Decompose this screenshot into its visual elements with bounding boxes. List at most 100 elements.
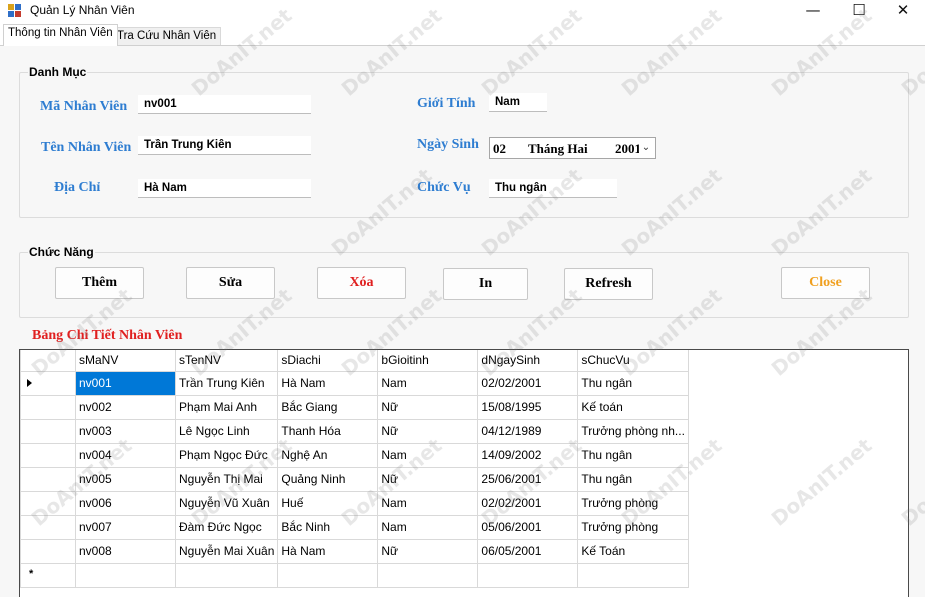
row-header[interactable]	[20, 370, 76, 396]
xoa-button[interactable]: Xóa	[317, 267, 406, 299]
gioi-tinh-label: Giới Tính	[417, 96, 476, 111]
table-cell[interactable]: Đàm Đức Ngọc	[174, 514, 279, 540]
table-row[interactable]: nv005 Nguyễn Thị Mai Quảng Ninh Nữ 25/06/200…	[20, 466, 689, 492]
sua-button[interactable]: Sửa	[186, 267, 275, 299]
table-cell[interactable]: Thu ngân	[577, 370, 689, 396]
table-cell[interactable]: Nữ	[377, 466, 479, 492]
refresh-button[interactable]: Refresh	[564, 268, 653, 300]
table-cell[interactable]: Nam	[377, 370, 479, 396]
column-header-sdiachi[interactable]: sDiachi	[277, 350, 379, 372]
minimize-button[interactable]: —	[790, 0, 836, 22]
ma-nv-field[interactable]	[138, 95, 311, 114]
ten-nv-field[interactable]	[138, 136, 311, 155]
table-row[interactable]: nv008 Nguyễn Mai Xuân Hà Nam Nữ 06/05/2001 Kế…	[20, 538, 689, 564]
table-cell[interactable]: nv003	[75, 418, 176, 444]
table-cell[interactable]: nv004	[75, 442, 176, 468]
table-cell[interactable]: Hà Nam	[277, 538, 379, 564]
employee-data-grid[interactable]: sMaNV sTenNV sDiachi bGioitinh dNgaySinh…	[19, 349, 909, 597]
table-cell[interactable]: 14/09/2002	[477, 442, 579, 468]
table-row[interactable]: nv001 Trần Trung Kiên Hà Nam Nam 02/02/2001 T…	[20, 370, 689, 396]
table-cell[interactable]: Phạm Mai Anh	[174, 394, 279, 420]
table-cell[interactable]: nv008	[75, 538, 176, 564]
gioi-tinh-field[interactable]	[489, 93, 547, 112]
table-cell[interactable]: nv002	[75, 394, 176, 420]
table-cell[interactable]: Bắc Ninh	[277, 514, 379, 540]
table-cell[interactable]	[174, 562, 279, 588]
table-cell[interactable]: 02/02/2001	[477, 490, 579, 516]
table-cell[interactable]: 04/12/1989	[477, 418, 579, 444]
column-header-schucvu[interactable]: sChucVu	[577, 350, 689, 372]
table-cell[interactable]: 25/06/2001	[477, 466, 579, 492]
chevron-down-icon[interactable]: ⌄	[639, 139, 653, 157]
table-cell[interactable]: Kế Toán	[577, 538, 689, 564]
new-row[interactable]: *	[20, 562, 689, 588]
column-header-smanv[interactable]: sMaNV	[75, 350, 176, 372]
chuc-vu-field[interactable]	[489, 179, 617, 198]
table-cell[interactable]: nv007	[75, 514, 176, 540]
table-cell[interactable]: nv006	[75, 490, 176, 516]
table-cell[interactable]: Trần Trung Kiên	[174, 370, 279, 396]
tab-strip: Thông tin Nhân Viên Tra Cứu Nhân Viên	[0, 24, 925, 46]
table-cell[interactable]: Thanh Hóa	[277, 418, 379, 444]
row-header[interactable]	[20, 442, 76, 468]
table-cell[interactable]: Hà Nam	[277, 370, 379, 396]
row-header[interactable]	[20, 394, 76, 420]
table-row[interactable]: nv006 Nguyễn Vũ Xuân Huế Nam 02/02/2001 Trưởn…	[20, 490, 689, 516]
in-button[interactable]: In	[443, 268, 528, 300]
table-cell[interactable]: Trưởng phòng	[577, 490, 689, 516]
column-header-stennv[interactable]: sTenNV	[174, 350, 279, 372]
tab-thong-tin-nhan-vien[interactable]: Thông tin Nhân Viên	[3, 24, 118, 46]
table-cell[interactable]	[577, 562, 689, 588]
table-cell[interactable]: Phạm Ngọc Đức	[174, 442, 279, 468]
row-header[interactable]: *	[20, 562, 76, 588]
table-cell[interactable]: Nguyễn Thị Mai	[174, 466, 279, 492]
table-cell[interactable]: Bắc Giang	[277, 394, 379, 420]
table-cell[interactable]: Nữ	[377, 394, 479, 420]
table-cell[interactable]: Quảng Ninh	[277, 466, 379, 492]
them-button[interactable]: Thêm	[55, 267, 144, 299]
table-cell[interactable]: Kế toán	[577, 394, 689, 420]
table-cell[interactable]	[377, 562, 479, 588]
close-window-button[interactable]: ✕	[880, 0, 925, 22]
table-cell[interactable]: Nam	[377, 514, 479, 540]
table-cell[interactable]: Nghệ An	[277, 442, 379, 468]
table-cell[interactable]: nv001	[75, 370, 176, 396]
table-cell[interactable]: Nữ	[377, 538, 479, 564]
table-cell[interactable]: 05/06/2001	[477, 514, 579, 540]
table-cell[interactable]: Nguyễn Vũ Xuân	[174, 490, 279, 516]
table-cell[interactable]: Trưởng phòng	[577, 514, 689, 540]
table-cell[interactable]	[75, 562, 176, 588]
table-cell[interactable]: Lê Ngọc Linh	[174, 418, 279, 444]
dia-chi-field[interactable]	[138, 179, 311, 198]
table-row[interactable]: nv003 Lê Ngọc Linh Thanh Hóa Nữ 04/12/1989 Tr…	[20, 418, 689, 444]
table-cell[interactable]: Nữ	[377, 418, 479, 444]
row-header[interactable]	[20, 466, 76, 492]
table-cell[interactable]: 15/08/1995	[477, 394, 579, 420]
table-cell[interactable]: Nam	[377, 490, 479, 516]
row-header[interactable]	[20, 514, 76, 540]
close-button[interactable]: Close	[781, 267, 870, 299]
row-header[interactable]	[20, 490, 76, 516]
table-cell[interactable]	[277, 562, 379, 588]
row-header[interactable]	[20, 538, 76, 564]
table-cell[interactable]: Nguyễn Mai Xuân	[174, 538, 279, 564]
column-header-bgioitinh[interactable]: bGioitinh	[377, 350, 479, 372]
table-cell[interactable]: 06/05/2001	[477, 538, 579, 564]
table-row[interactable]: nv002 Phạm Mai Anh Bắc Giang Nữ 15/08/1995 Kế…	[20, 394, 689, 420]
ngay-sinh-datepicker[interactable]: 02 Tháng Hai 2001 ⌄	[489, 137, 656, 159]
table-cell[interactable]: Nam	[377, 442, 479, 468]
row-header[interactable]	[20, 418, 76, 444]
table-cell[interactable]	[477, 562, 579, 588]
maximize-button[interactable]: ☐	[836, 0, 882, 22]
table-row[interactable]: nv004 Phạm Ngọc Đức Nghệ An Nam 14/09/2002 Th…	[20, 442, 689, 468]
title-bar: Quản Lý Nhân Viên — ☐ ✕	[0, 0, 925, 22]
table-cell[interactable]: Thu ngân	[577, 442, 689, 468]
table-cell[interactable]: Huế	[277, 490, 379, 516]
table-cell[interactable]: Trưởng phòng nh...	[577, 418, 689, 444]
table-cell[interactable]: nv005	[75, 466, 176, 492]
table-row[interactable]: nv007 Đàm Đức Ngọc Bắc Ninh Nam 05/06/2001 Tr…	[20, 514, 689, 540]
table-cell[interactable]: 02/02/2001	[477, 370, 579, 396]
table-cell[interactable]: Thu ngân	[577, 466, 689, 492]
column-header-dngaysinh[interactable]: dNgaySinh	[477, 350, 579, 372]
tab-tra-cuu-nhan-vien[interactable]: Tra Cứu Nhân Viên	[112, 27, 222, 46]
